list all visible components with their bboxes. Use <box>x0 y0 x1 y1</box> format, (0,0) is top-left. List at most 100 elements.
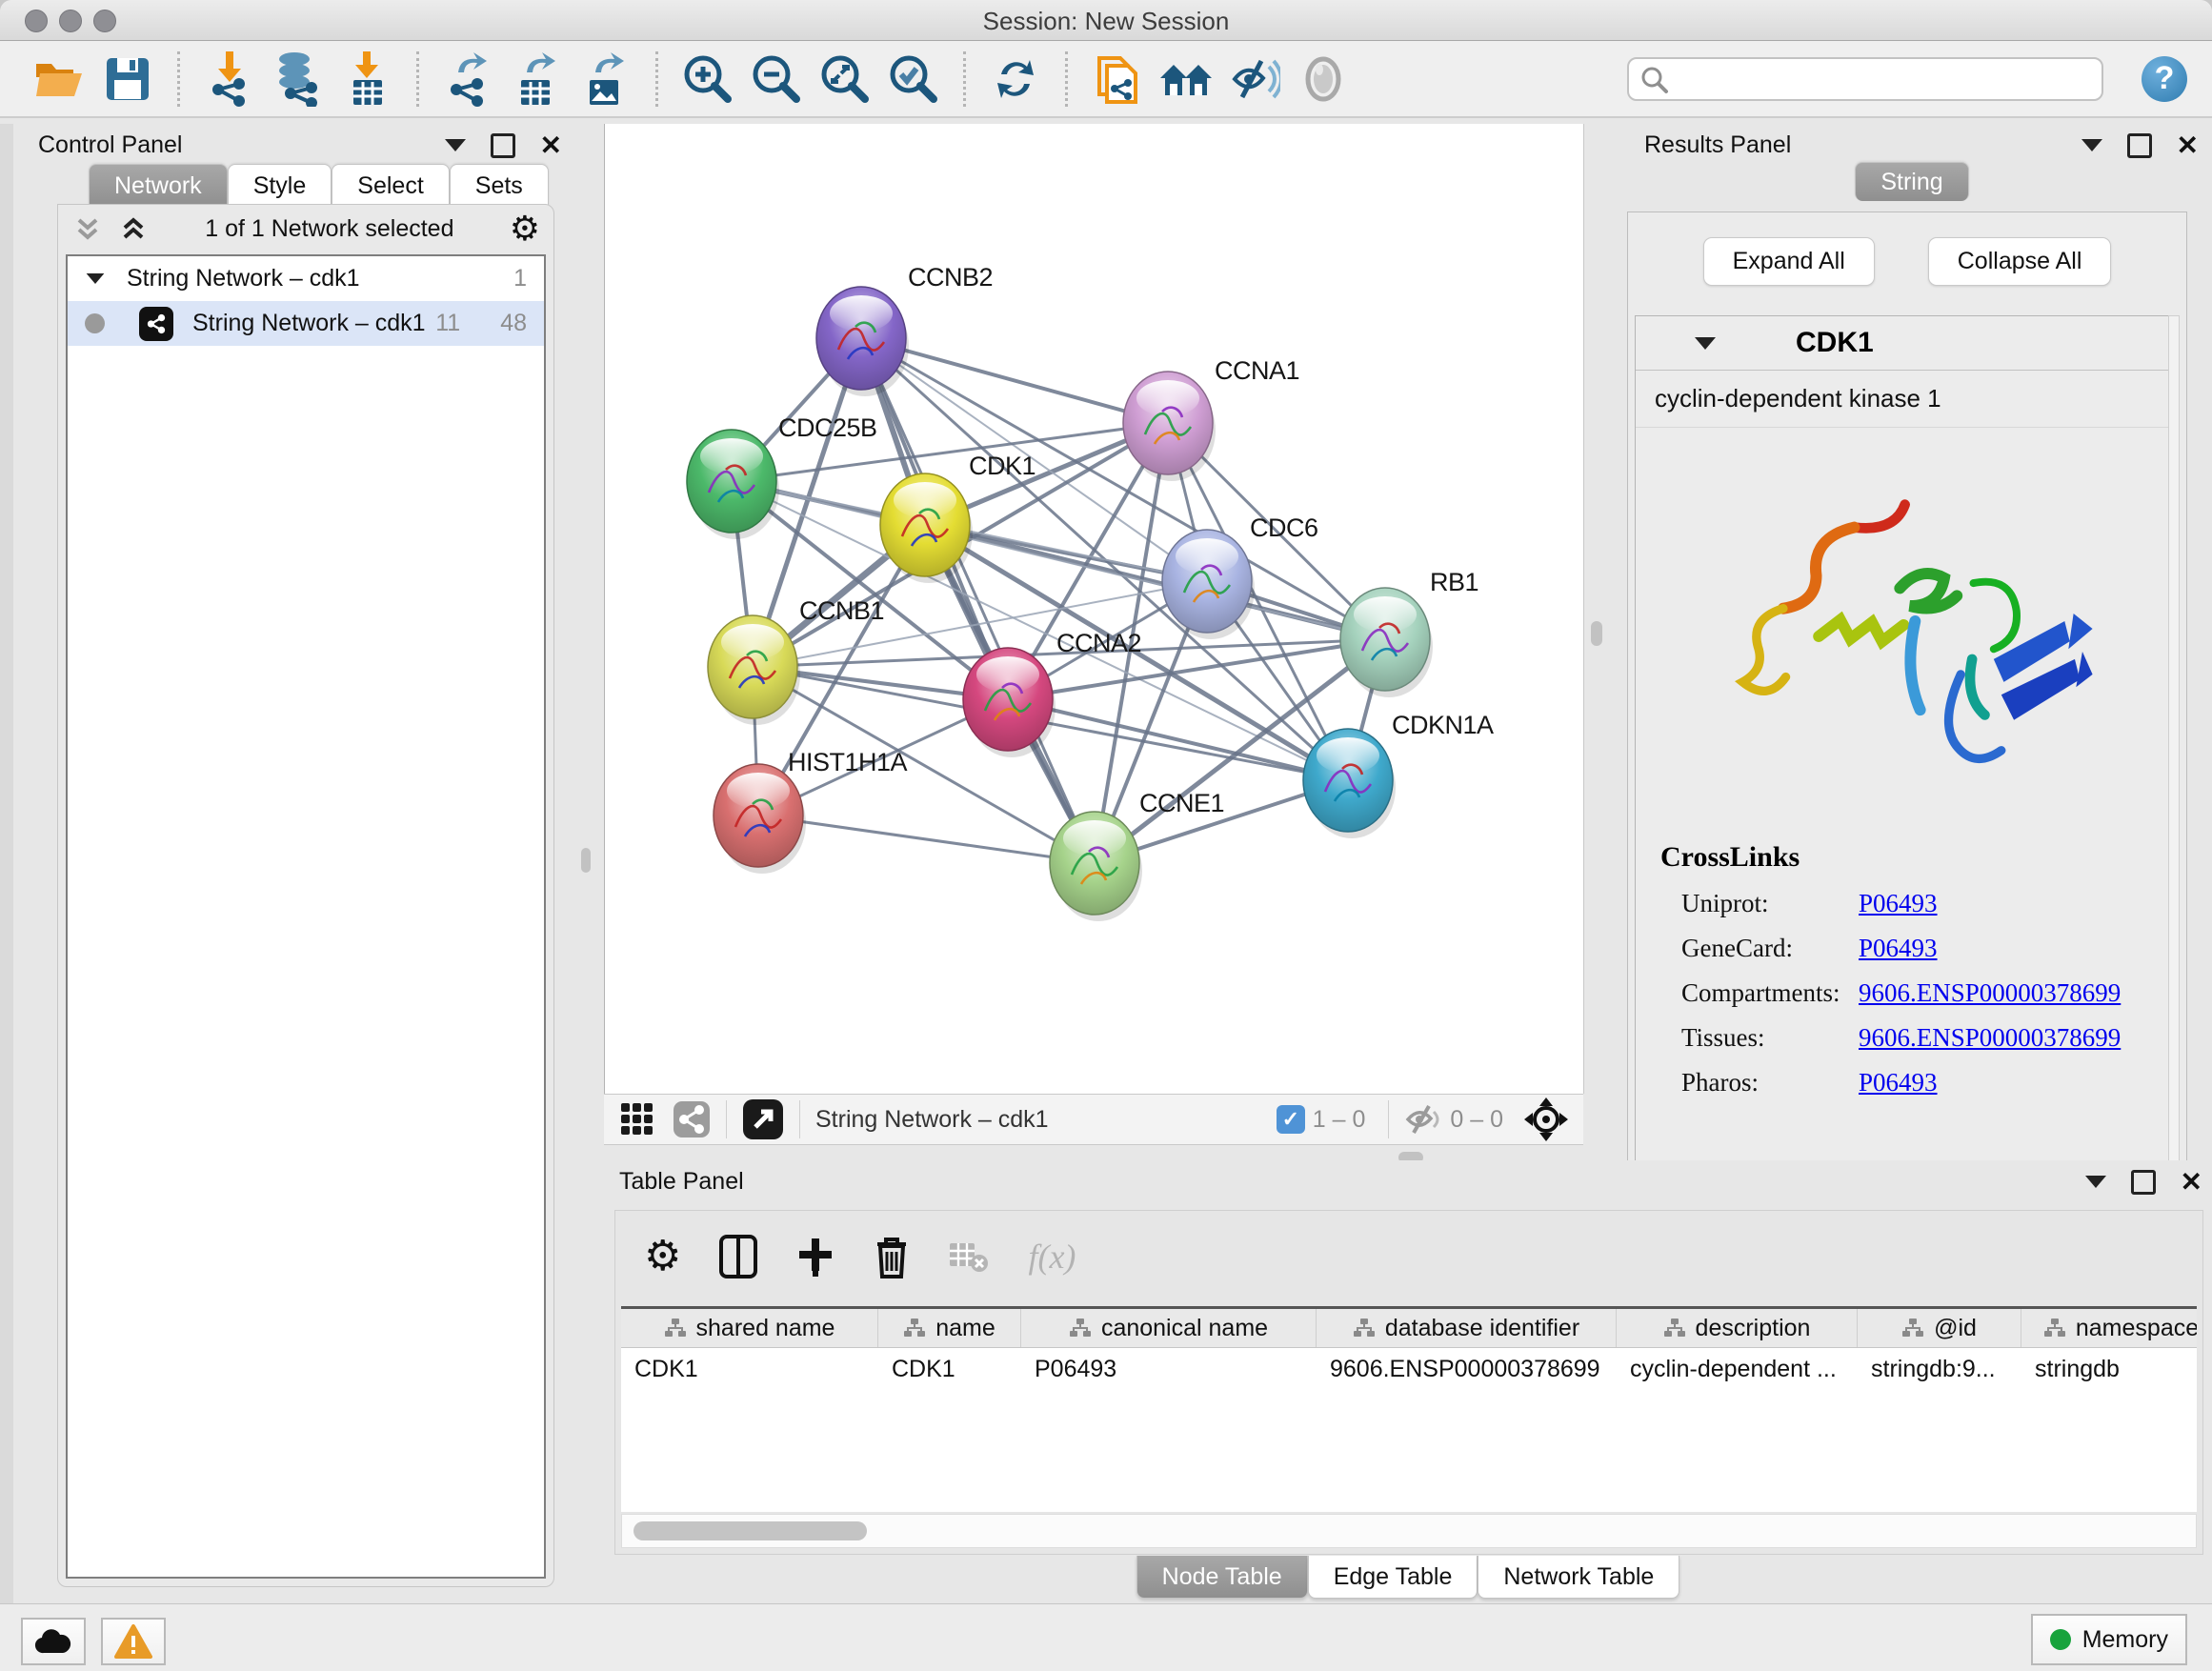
network-canvas[interactable]: CCNB2CCNA1CDC25BCDK1CDC6RB1CCNB1CCNA2CDK… <box>604 124 1583 1094</box>
column-header-id[interactable]: @id <box>1858 1309 2021 1347</box>
zoom-fit-icon[interactable] <box>817 51 873 107</box>
results-panel: Results Panel ✕ String Expand All Collap… <box>1612 124 2212 1170</box>
string-style-icon[interactable] <box>673 1100 711 1138</box>
clone-network-icon[interactable] <box>1090 51 1145 107</box>
zoom-selected-icon[interactable] <box>886 51 941 107</box>
network-node-CDC6[interactable]: CDC6 <box>1162 513 1318 639</box>
cloud-button[interactable] <box>21 1618 86 1665</box>
show-columns-icon[interactable] <box>719 1235 757 1278</box>
network-options-gear-icon[interactable]: ⚙ <box>510 211 540 246</box>
column-header-description[interactable]: description <box>1617 1309 1858 1347</box>
column-header-name[interactable]: name <box>878 1309 1021 1347</box>
column-header-namespace[interactable]: namespace <box>2021 1309 2197 1347</box>
tab-network-table[interactable]: Network Table <box>1478 1556 1679 1599</box>
network-node-CCNA1[interactable]: CCNA1 <box>1123 356 1299 481</box>
crosslink-link[interactable]: P06493 <box>1859 934 1938 963</box>
protein-collapse-icon[interactable] <box>1695 337 1716 350</box>
export-network-icon[interactable] <box>441 51 496 107</box>
hidden-eye-icon[interactable] <box>1404 1103 1442 1136</box>
delete-table-icon <box>948 1239 990 1274</box>
birdseye-view-icon[interactable] <box>619 1101 655 1137</box>
collapse-panel-icon[interactable] <box>445 139 466 151</box>
hide-graphics-icon[interactable] <box>1227 51 1282 107</box>
tab-string[interactable]: String <box>1855 162 1968 201</box>
network-collection-row[interactable]: String Network – cdk1 1 <box>68 256 544 301</box>
network-node-CCNE1[interactable]: CCNE1 <box>1050 789 1224 921</box>
tab-edge-table[interactable]: Edge Table <box>1308 1556 1478 1599</box>
network-edge[interactable] <box>1008 699 1348 780</box>
float-panel-icon[interactable] <box>491 133 515 158</box>
memory-button[interactable]: Memory <box>2031 1614 2187 1665</box>
splitter-handle[interactable] <box>581 848 591 873</box>
tab-sets[interactable]: Sets <box>450 164 549 207</box>
collapse-panel-icon[interactable] <box>2085 1176 2106 1188</box>
collapse-all-button[interactable]: Collapse All <box>1928 237 2112 286</box>
network-node-CCNB1[interactable]: CCNB1 <box>708 596 884 725</box>
close-panel-icon[interactable]: ✕ <box>2177 136 2199 155</box>
network-node-CDK1[interactable]: CDK1 <box>880 452 1036 583</box>
collapse-all-networks-icon[interactable] <box>71 212 104 245</box>
tab-network[interactable]: Network <box>89 164 228 207</box>
warnings-button[interactable] <box>101 1618 166 1665</box>
tab-select[interactable]: Select <box>332 164 449 207</box>
network-status-dot <box>85 313 105 333</box>
save-session-icon[interactable] <box>100 51 155 107</box>
network-row[interactable]: String Network – cdk1 11 48 <box>68 301 544 346</box>
delete-column-trash-icon[interactable] <box>874 1235 910 1278</box>
crosslink-label: Uniprot: <box>1681 889 1859 918</box>
crosslinks-title: CrossLinks <box>1660 841 2169 874</box>
network-node-RB1[interactable]: RB1 <box>1340 568 1478 697</box>
fit-selected-crosshair-icon[interactable] <box>1524 1097 1568 1141</box>
zoom-in-icon[interactable] <box>680 51 735 107</box>
refresh-icon[interactable] <box>988 51 1043 107</box>
protein-name: CDK1 <box>1796 327 1874 359</box>
open-in-new-window-icon[interactable] <box>742 1098 784 1140</box>
results-scrollbar[interactable] <box>2168 315 2180 1178</box>
close-panel-icon[interactable]: ✕ <box>540 136 562 155</box>
tab-style[interactable]: Style <box>228 164 332 207</box>
home-icon[interactable] <box>1158 51 1214 107</box>
network-node-HIST1H1A[interactable]: HIST1H1A <box>714 748 908 874</box>
crosslink-link[interactable]: P06493 <box>1859 889 1938 918</box>
table-panel: Table Panel ✕ ⚙ <box>604 1160 2212 1603</box>
add-column-icon[interactable] <box>795 1237 835 1277</box>
column-header-databaseidentifier[interactable]: database identifier <box>1317 1309 1617 1347</box>
vertical-splitter[interactable] <box>1583 124 1614 1094</box>
open-session-icon[interactable] <box>31 51 87 107</box>
crosslink-link[interactable]: P06493 <box>1859 1068 1938 1097</box>
float-panel-icon[interactable] <box>2131 1170 2156 1195</box>
import-network-file-icon[interactable] <box>202 51 257 107</box>
column-header-sharedname[interactable]: shared name <box>621 1309 878 1347</box>
crosslink-row: GeneCard:P06493 <box>1681 934 2169 963</box>
crosslink-link[interactable]: 9606.ENSP00000378699 <box>1859 978 2121 1008</box>
splitter-handle[interactable] <box>1591 621 1602 646</box>
collection-expand-icon[interactable] <box>87 273 105 284</box>
selected-nodes-checkbox[interactable]: ✓ <box>1277 1105 1305 1134</box>
cytoscape-window: Session: New Session <box>0 0 2212 1671</box>
expand-all-button[interactable]: Expand All <box>1703 237 1875 286</box>
scrollbar-thumb[interactable] <box>633 1521 867 1540</box>
network-node-CDKN1A[interactable]: CDKN1A <box>1303 711 1494 838</box>
column-header-canonicalname[interactable]: canonical name <box>1021 1309 1317 1347</box>
column-type-icon <box>2043 1317 2066 1339</box>
float-panel-icon[interactable] <box>2127 133 2152 158</box>
node-label-CCNE1: CCNE1 <box>1139 789 1224 817</box>
control-panel-tabs: NetworkStyleSelectSets <box>89 164 549 207</box>
node-label-CDC25B: CDC25B <box>778 413 877 442</box>
import-table-file-icon[interactable] <box>339 51 394 107</box>
export-image-icon[interactable] <box>578 51 633 107</box>
search-input[interactable] <box>1627 57 2103 101</box>
expand-all-networks-icon[interactable] <box>117 212 150 245</box>
network-edge[interactable] <box>758 815 1095 863</box>
table-horizontal-scrollbar[interactable] <box>621 1514 2197 1548</box>
table-options-gear-icon[interactable]: ⚙ <box>644 1236 681 1278</box>
export-table-icon[interactable] <box>510 51 565 107</box>
tab-node-table[interactable]: Node Table <box>1136 1556 1308 1599</box>
close-panel-icon[interactable]: ✕ <box>2181 1173 2202 1192</box>
import-network-database-icon[interactable] <box>271 51 326 107</box>
zoom-out-icon[interactable] <box>749 51 804 107</box>
help-icon[interactable]: ? <box>2142 56 2187 102</box>
table-row[interactable]: CDK1CDK1P064939606.ENSP00000378699cyclin… <box>621 1348 2197 1390</box>
crosslink-link[interactable]: 9606.ENSP00000378699 <box>1859 1023 2121 1053</box>
collapse-panel-icon[interactable] <box>2081 139 2102 151</box>
